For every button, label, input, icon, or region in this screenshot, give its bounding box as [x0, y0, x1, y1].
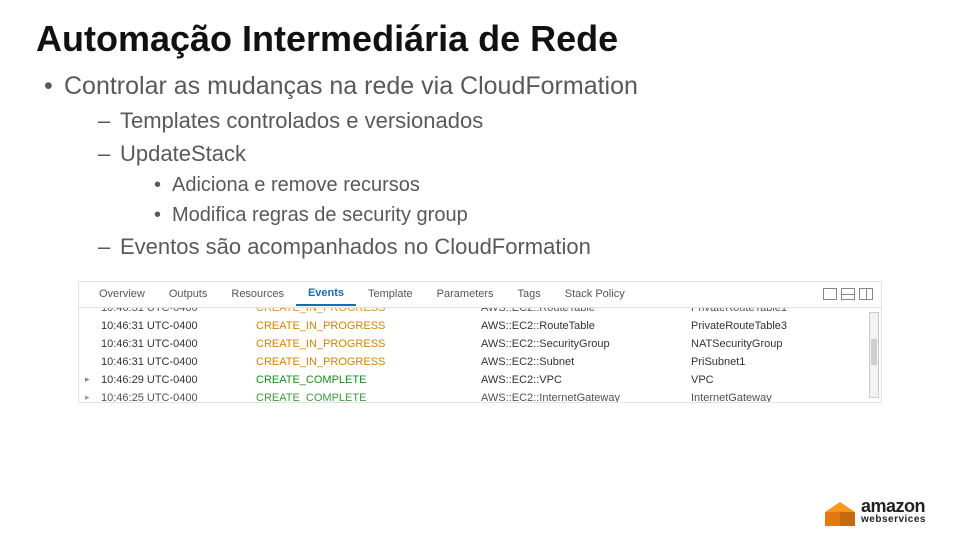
tab-overview[interactable]: Overview: [87, 283, 157, 305]
event-row[interactable]: ▸ 10:46:29 UTC-0400CREATE_COMPLETEAWS::EC…: [79, 371, 865, 389]
slide-title: Automação Intermediária de Rede: [36, 18, 924, 60]
event-type: AWS::EC2::Subnet: [481, 356, 691, 368]
bullet-modify-sg: Modifica regras de security group: [154, 200, 924, 230]
logo-brand: amazon: [861, 498, 926, 514]
event-list: 10:46:31 UTC-0400CREATE_IN_PROGRESSAWS::…: [79, 308, 881, 402]
event-type: AWS::EC2::InternetGateway: [481, 392, 691, 402]
cloudformation-events-panel: Overview Outputs Resources Events Templa…: [78, 281, 882, 403]
event-row[interactable]: 10:46:31 UTC-0400CREATE_IN_PROGRESSAWS::…: [79, 308, 865, 317]
event-status: CREATE_IN_PROGRESS: [256, 356, 481, 368]
event-row[interactable]: 10:46:31 UTC-0400CREATE_IN_PROGRESSAWS::…: [79, 353, 865, 371]
tab-bar: Overview Outputs Resources Events Templa…: [79, 282, 881, 308]
event-time: 10:46:29 UTC-0400: [101, 374, 256, 386]
bullet-events-tracked: Eventos são acompanhados no CloudFormati…: [98, 230, 924, 263]
panel-layout-icons: [823, 288, 873, 300]
bullet-add-remove: Adiciona e remove recursos: [154, 170, 924, 200]
tab-outputs[interactable]: Outputs: [157, 283, 220, 305]
tab-stack-policy[interactable]: Stack Policy: [553, 283, 637, 305]
event-type: AWS::EC2::SecurityGroup: [481, 338, 691, 350]
event-time: 10:46:31 UTC-0400: [101, 308, 256, 314]
scrollbar-thumb[interactable]: [871, 339, 877, 365]
bullet-text: UpdateStack: [120, 141, 246, 166]
event-status: CREATE_IN_PROGRESS: [256, 338, 481, 350]
event-logical-id: PrivateRouteTable1: [691, 308, 787, 314]
bullet-text: Controlar as mudanças na rede via CloudF…: [64, 72, 638, 100]
bullet-control-changes: Controlar as mudanças na rede via CloudF…: [44, 70, 924, 263]
event-row[interactable]: 10:46:31 UTC-0400CREATE_IN_PROGRESSAWS::…: [79, 317, 865, 335]
layout-single-icon[interactable]: [823, 288, 837, 300]
event-logical-id: PriSubnet1: [691, 356, 745, 368]
aws-cube-icon: [825, 496, 855, 526]
event-status: CREATE_COMPLETE: [256, 374, 481, 386]
expand-caret-icon[interactable]: ▸: [85, 374, 90, 385]
tab-events[interactable]: Events: [296, 282, 356, 306]
layout-split-h-icon[interactable]: [841, 288, 855, 300]
event-logical-id: NATSecurityGroup: [691, 338, 783, 350]
bullet-updatestack: UpdateStack Adiciona e remove recursos M…: [98, 137, 924, 230]
event-row[interactable]: 10:46:31 UTC-0400CREATE_IN_PROGRESSAWS::…: [79, 335, 865, 353]
event-type: AWS::EC2::RouteTable: [481, 308, 691, 314]
tab-resources[interactable]: Resources: [219, 283, 296, 305]
event-time: 10:46:31 UTC-0400: [101, 320, 256, 332]
event-type: AWS::EC2::RouteTable: [481, 320, 691, 332]
event-logical-id: InternetGateway: [691, 392, 772, 402]
event-logical-id: VPC: [691, 374, 714, 386]
event-time: 10:46:31 UTC-0400: [101, 356, 256, 368]
logo-sub: webservices: [861, 515, 926, 524]
tab-parameters[interactable]: Parameters: [425, 283, 506, 305]
event-row[interactable]: ▸ 10:46:25 UTC-0400CREATE_COMPLETEAWS::EC…: [79, 389, 865, 402]
aws-logo: amazon webservices: [825, 496, 926, 526]
expand-caret-icon[interactable]: ▸: [85, 392, 90, 402]
event-time: 10:46:31 UTC-0400: [101, 338, 256, 350]
layout-split-v-icon[interactable]: [859, 288, 873, 300]
bullet-templates: Templates controlados e versionados: [98, 104, 924, 137]
event-status: CREATE_COMPLETE: [256, 392, 481, 402]
event-type: AWS::EC2::VPC: [481, 374, 691, 386]
tab-tags[interactable]: Tags: [506, 283, 553, 305]
scrollbar[interactable]: [869, 312, 879, 398]
event-status: CREATE_IN_PROGRESS: [256, 308, 481, 314]
tab-template[interactable]: Template: [356, 283, 425, 305]
event-logical-id: PrivateRouteTable3: [691, 320, 787, 332]
event-time: 10:46:25 UTC-0400: [101, 392, 256, 402]
event-status: CREATE_IN_PROGRESS: [256, 320, 481, 332]
